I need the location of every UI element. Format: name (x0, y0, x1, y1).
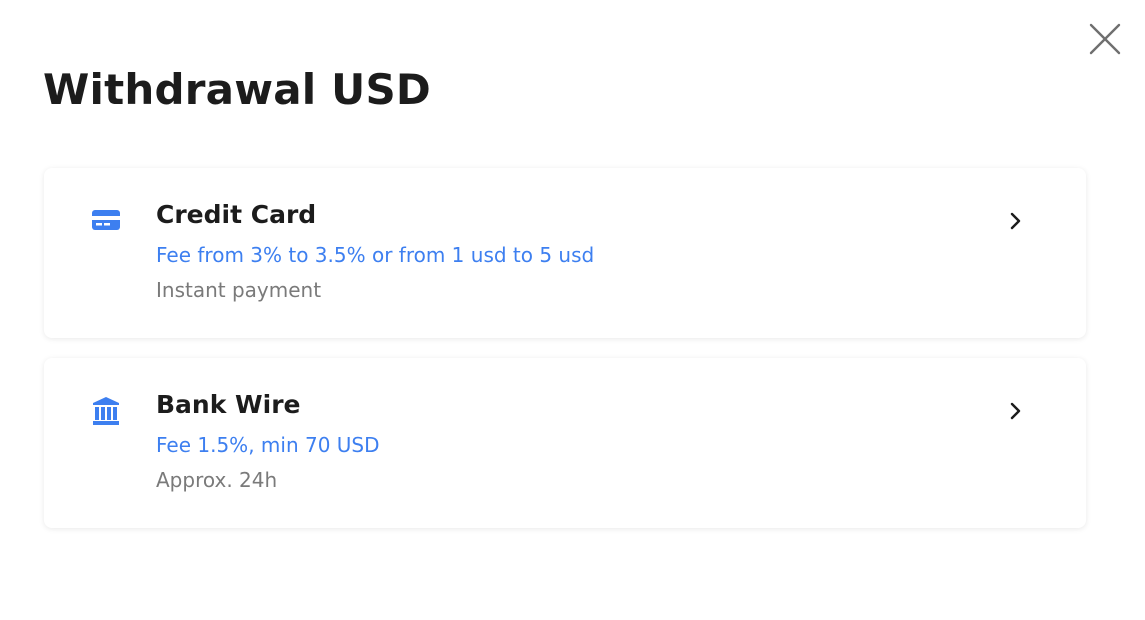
withdrawal-methods-list: Credit Card Fee from 3% to 3.5% or from … (44, 168, 1086, 548)
method-processing-time: Approx. 24h (156, 468, 278, 492)
withdrawal-modal: Withdrawal USD Credit Card Fee from 3% t… (0, 0, 1145, 620)
credit-card-icon (92, 206, 120, 236)
method-fee: Fee 1.5%, min 70 USD (156, 433, 380, 457)
method-name: Credit Card (156, 200, 317, 229)
method-processing-time: Instant payment (156, 278, 322, 302)
method-credit-card[interactable]: Credit Card Fee from 3% to 3.5% or from … (44, 168, 1086, 338)
chevron-right-icon (1008, 210, 1024, 232)
close-icon (1089, 23, 1121, 55)
method-name: Bank Wire (156, 390, 301, 419)
method-bank-wire[interactable]: Bank Wire Fee 1.5%, min 70 USD Approx. 2… (44, 358, 1086, 528)
method-fee: Fee from 3% to 3.5% or from 1 usd to 5 u… (156, 243, 595, 267)
bank-icon (92, 396, 120, 426)
chevron-right-icon (1008, 400, 1024, 422)
page-title: Withdrawal USD (43, 65, 431, 114)
close-button[interactable] (1088, 22, 1122, 56)
